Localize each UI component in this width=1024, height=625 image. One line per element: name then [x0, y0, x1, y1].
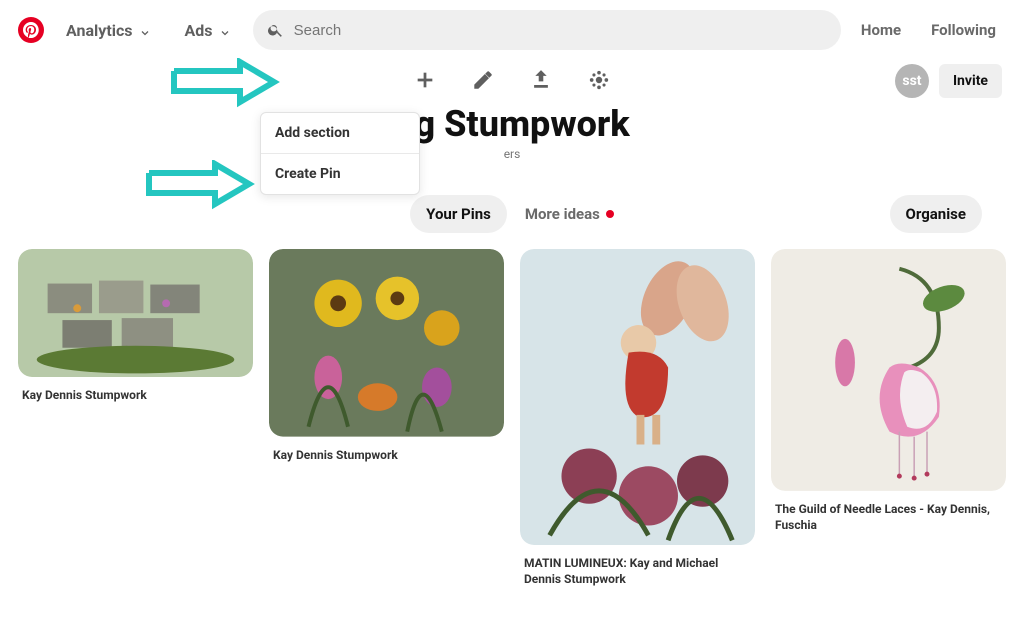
organise-button[interactable]: Organise	[890, 195, 982, 233]
sparkle-icon	[588, 69, 610, 91]
board-subtitle: ers	[18, 147, 1006, 161]
ads-menu[interactable]: Ads	[173, 13, 243, 48]
analytics-label: Analytics	[66, 21, 133, 40]
add-button[interactable]	[410, 65, 440, 95]
invite-button[interactable]: Invite	[939, 64, 1002, 98]
pencil-icon	[472, 69, 494, 91]
analytics-menu[interactable]: Analytics	[54, 13, 163, 48]
pin-card[interactable]: MATIN LUMINEUX: Kay and Michael Dennis S…	[520, 249, 755, 588]
arrow-icon	[170, 58, 280, 108]
share-icon	[530, 69, 552, 91]
header: Analytics Ads Home Following	[0, 0, 1024, 56]
tab-your-pins[interactable]: Your Pins	[410, 195, 507, 233]
search-bar[interactable]	[253, 10, 841, 50]
chevron-down-icon	[219, 24, 231, 36]
share-button[interactable]	[526, 65, 556, 95]
pin-title: Kay Dennis Stumpwork	[18, 377, 253, 403]
pin-card[interactable]: Kay Dennis Stumpwork	[269, 249, 504, 588]
pin-title: MATIN LUMINEUX: Kay and Michael Dennis S…	[520, 545, 755, 587]
pinterest-icon	[23, 22, 39, 38]
pinterest-logo[interactable]	[18, 17, 44, 43]
more-ideas-label: More ideas	[525, 205, 600, 223]
notification-dot-icon	[606, 210, 614, 218]
pin-title: The Guild of Needle Laces - Kay Dennis, …	[771, 491, 1006, 533]
home-link[interactable]: Home	[851, 13, 911, 47]
search-input[interactable]	[294, 22, 827, 39]
tab-more-ideas[interactable]: More ideas	[525, 205, 614, 223]
avatar[interactable]: sst	[895, 64, 929, 98]
pin-image	[18, 249, 253, 377]
pin-image	[520, 249, 755, 545]
board-toolbar	[18, 65, 1006, 95]
annotation-arrow-top	[170, 58, 280, 112]
more-button[interactable]	[584, 65, 614, 95]
ads-label: Ads	[185, 21, 213, 40]
dropdown-create-pin[interactable]: Create Pin	[261, 153, 419, 194]
edit-button[interactable]	[468, 65, 498, 95]
dropdown-add-section[interactable]: Add section	[261, 113, 419, 153]
search-icon	[267, 21, 284, 39]
pin-image	[771, 249, 1006, 491]
chevron-down-icon	[139, 24, 151, 36]
pin-title: Kay Dennis Stumpwork	[269, 437, 504, 463]
following-link[interactable]: Following	[921, 13, 1006, 47]
pins-grid: Kay Dennis Stumpwork Kay Dennis Stumpwor…	[0, 233, 1024, 604]
pin-image	[269, 249, 504, 437]
plus-icon	[414, 69, 436, 91]
add-dropdown: Add section Create Pin	[260, 112, 420, 195]
board-title: ng Stumpwork	[18, 103, 1006, 145]
annotation-arrow-bottom	[145, 160, 255, 214]
collaborators: sst Invite	[895, 64, 1002, 98]
arrow-icon	[145, 160, 255, 210]
pin-card[interactable]: Kay Dennis Stumpwork	[18, 249, 253, 588]
pin-card[interactable]: The Guild of Needle Laces - Kay Dennis, …	[771, 249, 1006, 588]
